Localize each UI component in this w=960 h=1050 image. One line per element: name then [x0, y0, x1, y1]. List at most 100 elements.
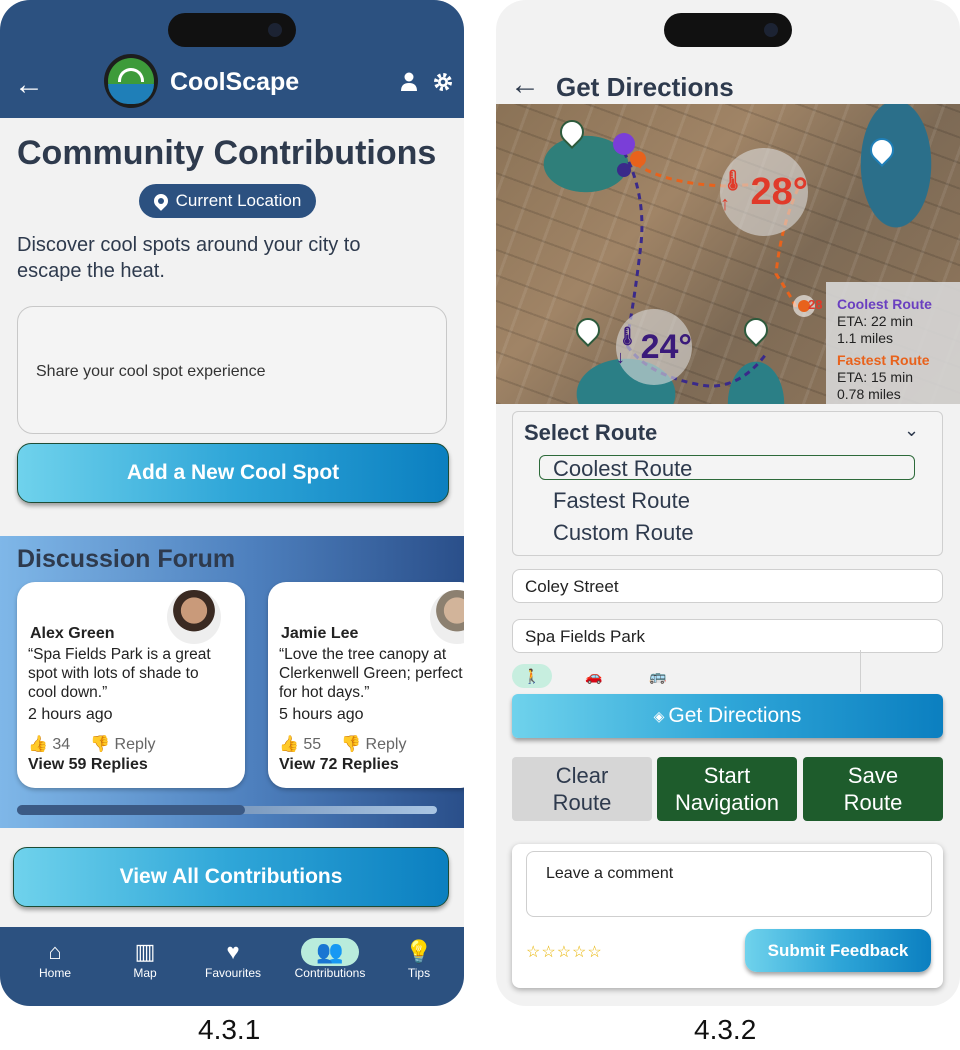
temperature-hot: 28° — [750, 170, 808, 213]
select-route-label: Select Route — [524, 420, 658, 445]
post-text-line: Clerkenwell Green; perfect — [279, 665, 463, 682]
from-field[interactable]: Coley Street — [512, 569, 943, 603]
current-location-label: Current Location — [175, 191, 302, 210]
back-arrow-icon[interactable]: ← — [510, 70, 540, 100]
route-option-coolest[interactable]: Coolest Route — [553, 456, 692, 482]
to-field[interactable]: Spa Fields Park — [512, 619, 943, 653]
thermometer-cool-icon: 🌡↓ — [616, 326, 639, 367]
clear-route-line: Clear — [555, 763, 609, 788]
route-option-custom[interactable]: Custom Route — [553, 520, 694, 546]
temperature-cool-bubble: 🌡↓ 24° — [616, 309, 692, 385]
post-text-line: for hot days.” — [279, 684, 370, 701]
post-time: 2 hours ago — [28, 706, 113, 723]
nav-tips[interactable]: 💡 Tips — [379, 938, 459, 980]
post-author: Alex Green — [30, 625, 115, 642]
post-text-line: “Love the tree canopy at — [279, 646, 447, 663]
car-mode-button[interactable]: 🚗 — [574, 664, 614, 688]
caption-screen-2: 4.3.2 — [694, 1014, 757, 1045]
post-time: 5 hours ago — [279, 706, 364, 723]
home-icon: ⌂ — [48, 939, 62, 964]
thumbs-down-icon: 👎 — [90, 736, 111, 753]
map-icon: ▥ — [134, 939, 156, 964]
temperature-hot-bubble: 🌡↑ 28° — [720, 148, 808, 236]
share-experience-input[interactable]: Share your cool spot experience — [17, 306, 447, 434]
profile-icon[interactable] — [400, 72, 418, 98]
thumbs-up-icon: 👍 — [279, 736, 299, 753]
camera-notch — [168, 13, 296, 47]
reply-button[interactable]: 👎 Reply — [341, 734, 406, 754]
people-icon: 👥 — [301, 938, 359, 966]
location-pin-icon — [150, 191, 171, 211]
back-arrow-icon[interactable]: ← — [14, 70, 44, 100]
get-directions-button[interactable]: ◈ Get Directions — [512, 694, 943, 738]
forum-scrollbar-thumb[interactable] — [17, 805, 245, 815]
route-map[interactable]: 🌡↑ 28° 🌡↓ 24° 28 Coolest Route ETA: 22 min… — [496, 104, 960, 404]
view-all-contributions-button[interactable]: View All Contributions — [13, 847, 449, 907]
phone-community-contributions: ← CoolScape Community Contributions Curr… — [0, 0, 464, 1006]
route-option-fastest[interactable]: Fastest Route — [553, 488, 690, 514]
start-navigation-label: Start Navigation — [675, 762, 779, 816]
coolest-route-distance: 1.1 miles — [837, 330, 894, 346]
coolest-route-title: Coolest Route — [837, 296, 932, 312]
map-directions-icon: ◈ — [653, 707, 665, 724]
nav-map[interactable]: ▥ Map — [105, 938, 185, 980]
lightbulb-icon: 💡 — [405, 939, 433, 964]
fastest-route-eta: ETA: 15 min — [837, 369, 913, 385]
caption-screen-1: 4.3.1 — [198, 1014, 261, 1045]
nav-contributions[interactable]: 👥 Contributions — [290, 938, 370, 980]
view-replies-link[interactable]: View 59 Replies — [28, 756, 148, 774]
avatar — [430, 590, 464, 644]
phone-get-directions: ← Get Directions 🌡↑ 28° 🌡↓ 24° 28 Coolest … — [496, 0, 960, 1006]
save-route-line: Route — [843, 790, 903, 815]
add-cool-spot-button[interactable]: Add a New Cool Spot — [17, 443, 449, 503]
current-location-button[interactable]: Current Location — [139, 184, 316, 218]
post-author: Jamie Lee — [281, 625, 359, 642]
start-navigation-line: Navigation — [675, 790, 779, 815]
comment-input[interactable]: Leave a comment — [526, 851, 932, 917]
nav-home[interactable]: ⌂ Home — [15, 938, 95, 980]
thumbs-down-icon: 👎 — [341, 736, 362, 753]
bus-mode-button[interactable]: 🚌 — [638, 664, 678, 688]
like-count: 55 — [303, 736, 322, 753]
reply-label: Reply — [365, 736, 407, 753]
thumbs-up-icon: 👍 — [28, 736, 48, 753]
temperature-cool: 24° — [640, 327, 692, 366]
fastest-route-distance: 0.78 miles — [837, 386, 901, 402]
gear-icon[interactable] — [432, 71, 454, 99]
star-rating[interactable]: ☆☆☆☆☆ — [526, 942, 603, 962]
nav-contributions-label: Contributions — [294, 966, 366, 980]
save-route-label: Save Route — [844, 762, 903, 816]
page-title: Get Directions — [556, 72, 734, 102]
post-text: “Spa Fields Park is a great spot with lo… — [28, 646, 211, 701]
clear-route-button[interactable]: Clear Route — [512, 757, 652, 821]
chevron-down-icon[interactable]: ⌄ — [904, 420, 919, 441]
page-description: Discover cool spots around your city to … — [17, 234, 361, 282]
app-name: CoolScape — [170, 68, 300, 96]
page-title: Community Contributions — [17, 134, 437, 172]
forum-post-card[interactable]: Alex Green “Spa Fields Park is a great s… — [17, 582, 245, 788]
temperature-small: 28 — [808, 297, 823, 312]
like-button[interactable]: 👍 34 — [28, 734, 70, 754]
start-navigation-button[interactable]: Start Navigation — [657, 757, 797, 821]
view-replies-link[interactable]: View 72 Replies — [279, 756, 399, 774]
walk-mode-button[interactable]: 🚶 — [512, 664, 552, 688]
clear-route-label: Clear Route — [553, 762, 612, 816]
nav-tips-label: Tips — [407, 966, 431, 980]
route-legend: Coolest Route ETA: 22 min 1.1 miles Fast… — [826, 282, 960, 404]
get-directions-label: Get Directions — [668, 704, 802, 727]
app-logo — [104, 54, 158, 108]
like-button[interactable]: 👍 55 — [279, 734, 321, 754]
nav-favourites[interactable]: ♥ Favourites — [193, 938, 273, 980]
nav-home-label: Home — [38, 966, 71, 980]
like-count: 34 — [52, 736, 71, 753]
car-icon: 🚗 — [585, 668, 603, 684]
start-navigation-line: Start — [703, 763, 751, 788]
coolest-route-eta: ETA: 22 min — [837, 313, 913, 329]
save-route-button[interactable]: Save Route — [803, 757, 943, 821]
forum-title: Discussion Forum — [17, 545, 236, 573]
forum-post-card[interactable]: Jamie Lee “Love the tree canopy at Clerk… — [268, 582, 464, 788]
reply-button[interactable]: 👎 Reply — [90, 734, 155, 754]
divider — [860, 650, 861, 692]
submit-feedback-button[interactable]: Submit Feedback — [745, 929, 931, 972]
bus-icon: 🚌 — [649, 668, 667, 684]
